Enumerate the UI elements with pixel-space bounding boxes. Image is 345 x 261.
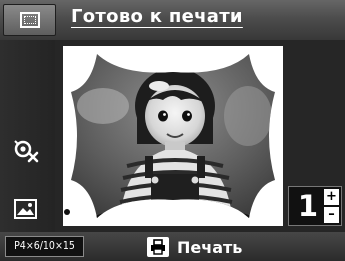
page-title: Готово к печати [71,6,243,27]
copies-value: 1 [297,189,319,223]
print-button[interactable]: Печать [147,236,242,258]
copies-decrement-button[interactable]: – [324,207,339,223]
print-label: Печать [177,237,243,257]
print-ready-screen: Готово к печати 1 + – P4×6/10×15 Печать [0,0,345,261]
photo-preview [63,46,283,226]
left-tool-rail [0,40,55,232]
frame-layout-icon [20,12,40,28]
frame-layout-button[interactable] [3,4,56,36]
photo-enhance-button[interactable] [3,192,49,226]
header-bar: Готово к печати [0,0,345,40]
red-eye-off-icon [14,140,39,163]
photo-of-child-with-scalloped-frame [63,46,283,226]
red-eye-button[interactable] [3,133,49,167]
paper-size-badge[interactable]: P4×6/10×15 [5,236,84,257]
copies-stepper[interactable]: 1 + – [288,186,342,226]
print-icon [147,237,169,257]
copies-increment-button[interactable]: + [324,189,339,205]
footer-bar: P4×6/10×15 Печать [0,232,345,261]
photo-enhance-icon [14,199,37,219]
